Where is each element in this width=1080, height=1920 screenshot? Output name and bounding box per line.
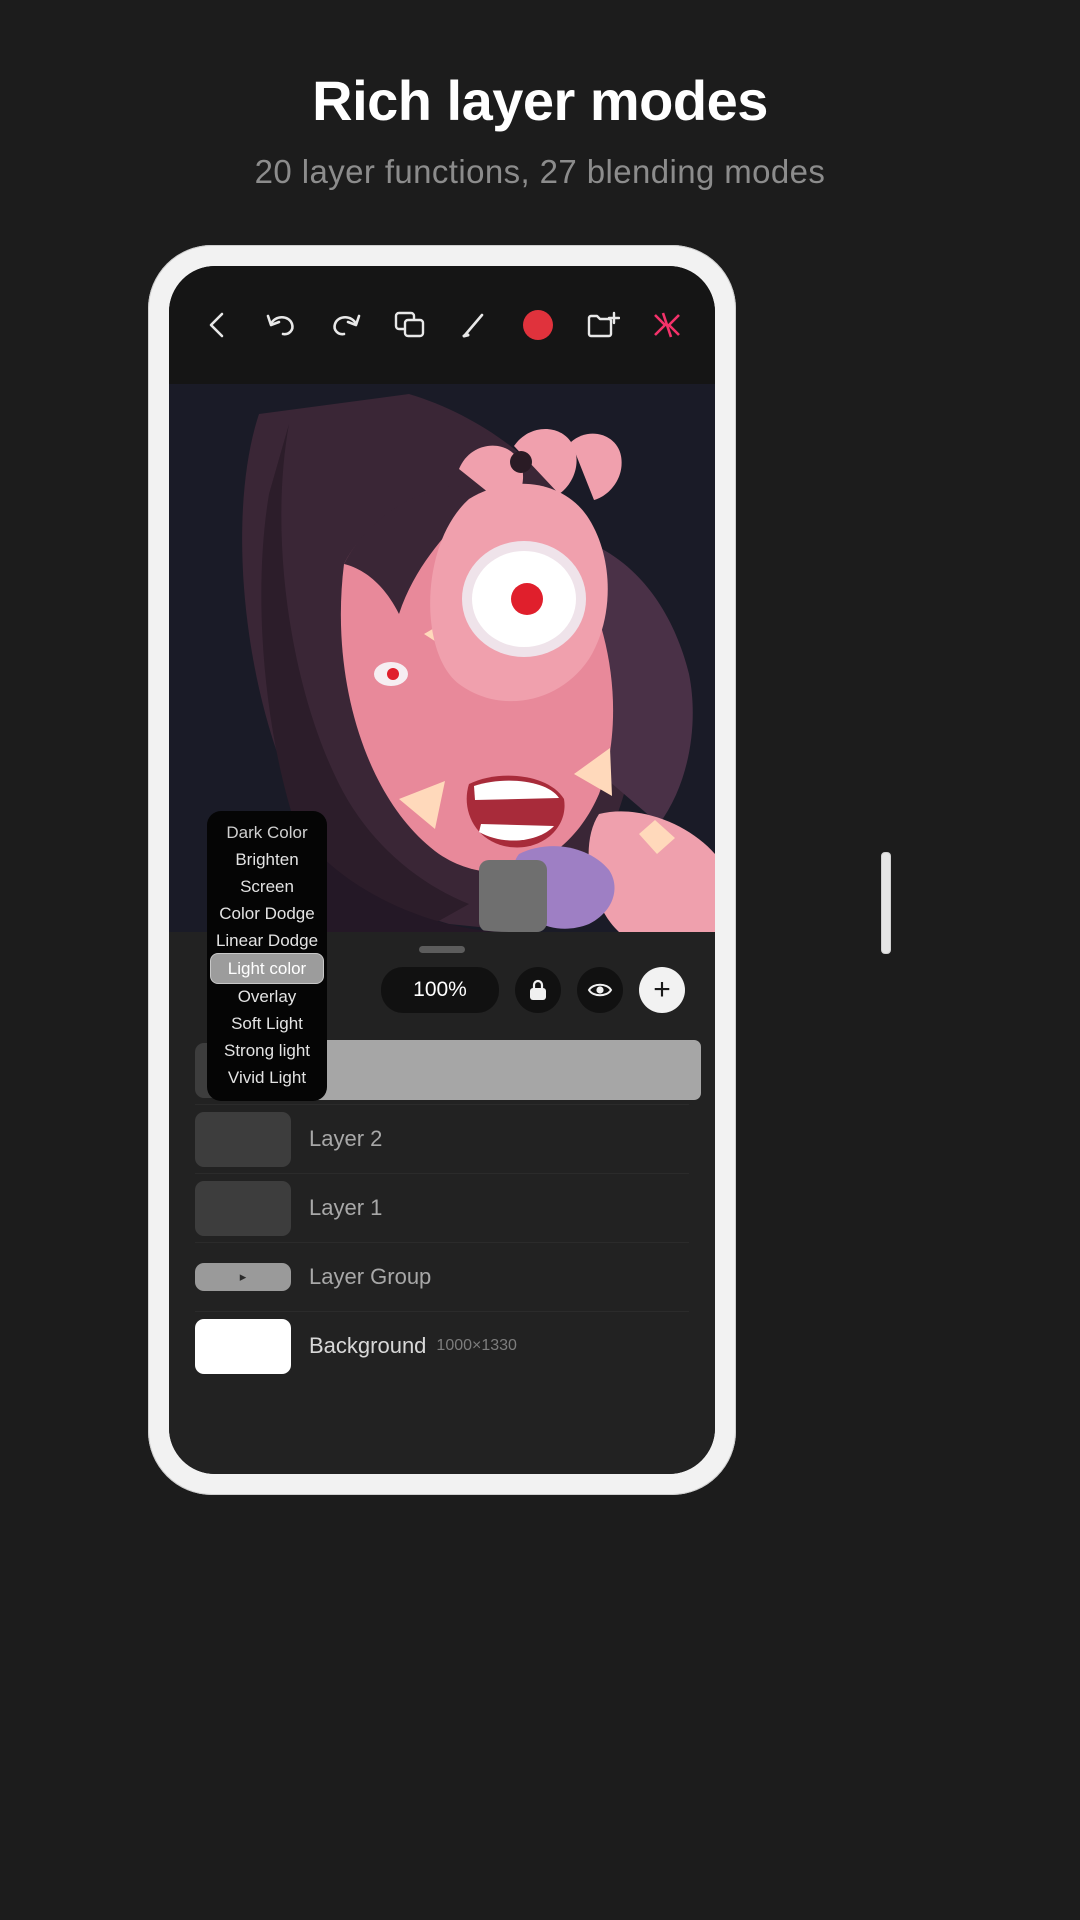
menu-item-brighten[interactable]: Brighten <box>207 846 327 873</box>
layer-name: Layer 1 <box>309 1195 383 1220</box>
layer-name: Layer 2 <box>309 1126 383 1151</box>
table-row[interactable]: Layer 2 <box>169 1105 715 1173</box>
opacity-value[interactable]: 100% <box>381 967 499 1013</box>
group-expander-thumbnail[interactable]: ▸ <box>195 1263 291 1291</box>
add-layer-icon[interactable] <box>581 303 625 347</box>
page-title: Rich layer modes <box>312 69 768 132</box>
chevron-right-icon[interactable]: ▸ <box>240 1269 247 1285</box>
promo-screenshot: Rich layer modes 20 layer functions, 27 … <box>0 0 1080 1920</box>
table-row[interactable]: Background 1000×1330 <box>169 1312 715 1380</box>
layer-thumbnail[interactable] <box>195 1318 291 1374</box>
brush-icon[interactable] <box>452 303 496 347</box>
plus-icon[interactable]: + <box>639 967 685 1013</box>
menu-item-dark-color[interactable]: Dark Color <box>207 819 327 846</box>
menu-item-soft-light[interactable]: Soft Light <box>207 1010 327 1037</box>
layer-thumbnail[interactable] <box>195 1180 291 1236</box>
app-toolbar <box>169 266 715 384</box>
menu-item-light-color[interactable]: Light color <box>211 954 323 983</box>
layers-copy-icon[interactable] <box>388 303 432 347</box>
phone-mockup: 100% + Layer 2 Layer 1 ▸ Layer Group Bac… <box>148 245 890 1495</box>
power-button[interactable] <box>882 853 890 953</box>
menu-item-strong-light[interactable]: Strong light <box>207 1037 327 1064</box>
page-subtitle: 20 layer functions, 27 blending modes <box>254 152 826 190</box>
table-row[interactable]: ▸ Layer Group <box>169 1243 715 1311</box>
app-logo-icon[interactable] <box>645 303 689 347</box>
menu-item-overlay[interactable]: Overlay <box>207 983 327 1010</box>
panel-drag-handle[interactable] <box>419 946 465 953</box>
eye-icon[interactable] <box>577 967 623 1013</box>
layer-dimensions: 1000×1330 <box>436 1337 517 1354</box>
back-icon[interactable] <box>195 303 239 347</box>
undo-icon[interactable] <box>259 303 303 347</box>
layer-thumbnail[interactable] <box>195 1111 291 1167</box>
menu-item-vivid-light[interactable]: Vivid Light <box>207 1064 327 1091</box>
layer-name: Layer Group <box>309 1264 432 1289</box>
table-row[interactable]: Layer 1 <box>169 1174 715 1242</box>
layer-name: Background <box>309 1333 427 1358</box>
color-swatch-icon[interactable] <box>516 303 560 347</box>
redo-icon[interactable] <box>324 303 368 347</box>
phone-screen: 100% + Layer 2 Layer 1 ▸ Layer Group Bac… <box>169 266 715 1474</box>
menu-item-linear-dodge[interactable]: Linear Dodge <box>207 927 327 954</box>
menu-item-screen[interactable]: Screen <box>207 873 327 900</box>
promo-header: Rich layer modes 20 layer functions, 27 … <box>0 0 1080 191</box>
menu-item-color-dodge[interactable]: Color Dodge <box>207 900 327 927</box>
lock-icon[interactable] <box>515 967 561 1013</box>
selected-highlight <box>287 1040 701 1100</box>
blend-mode-dropdown[interactable]: Dark Color Brighten Screen Color Dodge L… <box>207 811 327 1101</box>
